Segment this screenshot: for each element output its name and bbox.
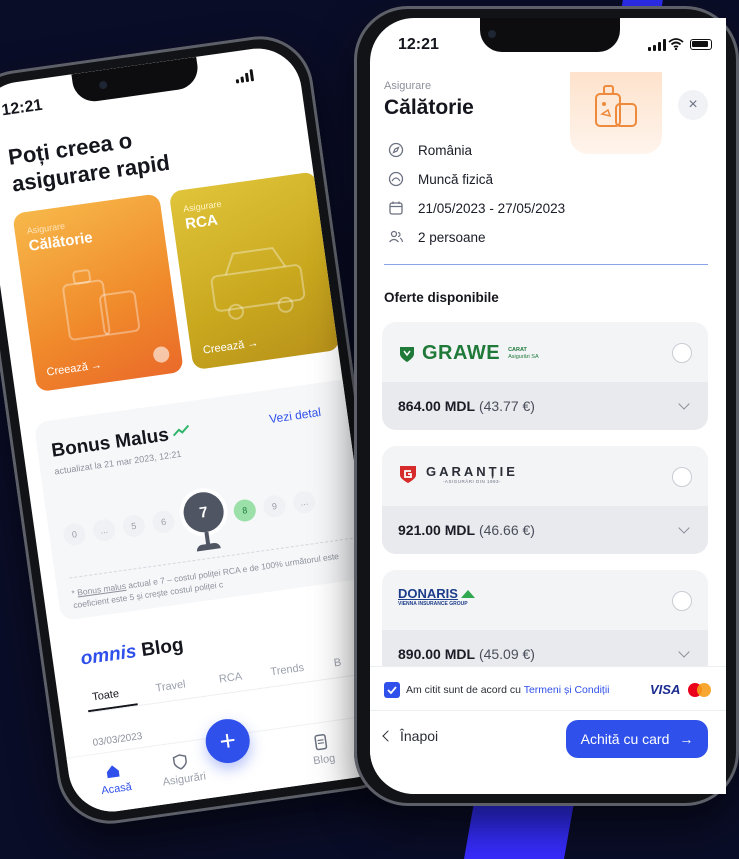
offer-grawe-radio[interactable] [672, 343, 692, 363]
footer-divider [370, 710, 726, 711]
shield-icon[interactable] [171, 753, 189, 771]
terms-text: Am citit sunt de acord cu Termeni și Con… [406, 684, 609, 696]
offer-grawe-price-row[interactable]: 864.00 MDL (43.77 €) [382, 382, 708, 430]
back-status-time: 12:21 [0, 96, 44, 120]
terms-prefix: Am citit sunt de acord cu [406, 684, 521, 696]
blog-title: Blog [140, 634, 185, 662]
grawe-logo: GRAWE CARAT Asigurări SA [398, 342, 539, 365]
offer-grawe-price-eur: (43.77 €) [478, 398, 535, 414]
compass-icon [388, 142, 404, 158]
stage: 12:21 Poți creea o asigurare rapid Asigu… [0, 0, 739, 859]
front-wifi-icon [668, 38, 684, 50]
back-button[interactable]: Înapoi [382, 728, 439, 744]
quick-card-rca[interactable]: Asigurare RCA Creează → [168, 171, 341, 371]
luggage-icon [62, 269, 141, 341]
offer-title: Călătorie [384, 96, 474, 119]
offer-garantie-radio[interactable] [672, 467, 692, 487]
donaris-leaf-icon [460, 589, 475, 598]
home-icon[interactable] [104, 762, 122, 780]
blog-tab-rca[interactable]: RCA [218, 671, 243, 686]
donaris-logo: DONARIS VIENNA INSURANCE GROUP [398, 586, 476, 607]
offer-garantie-price: 921.00 MDL [398, 522, 476, 538]
trend-up-icon [172, 424, 190, 437]
quick-card-rca-cta: Creează → [202, 337, 260, 357]
mastercard-logo [688, 682, 712, 698]
calendar-icon [389, 201, 403, 215]
front-signal-icon [648, 39, 666, 51]
quick-card-travel[interactable]: Asigurare Călătorie Creează → [12, 193, 184, 393]
grawe-sub-2: Asigurări SA [508, 353, 539, 360]
back-phone-screen: 12:21 Poți creea o asigurare rapid Asigu… [0, 42, 398, 818]
blog-tab-trends[interactable]: Trends [270, 662, 305, 679]
quick-card-travel-cta: Creează → [45, 359, 103, 379]
garantie-logo: GARANȚIE -ASIGURĂRI DIN 1993- [398, 464, 518, 484]
garantie-logo-text: GARANȚIE [426, 464, 518, 479]
offer-garantie-price-row[interactable]: 921.00 MDL (46.66 €) [382, 506, 708, 554]
detail-people-text: 2 persoane [418, 229, 486, 245]
close-button[interactable]: × [678, 90, 708, 120]
offer-donaris-price-eur: (45.09 €) [478, 646, 535, 662]
chevron-down-icon[interactable] [678, 522, 690, 534]
donaris-logo-text: DONARIS [398, 586, 458, 601]
donaris-sub: VIENNA INSURANCE GROUP [398, 601, 468, 607]
detail-work: Muncă fizică [388, 171, 493, 187]
pay-button-label: Achită cu card [580, 731, 670, 747]
front-status-time: 12:21 [398, 36, 439, 53]
offer-subtitle: Asigurare [384, 80, 432, 92]
blog-brand: omnis [79, 641, 138, 670]
grawe-crest-icon [400, 346, 414, 362]
quick-card-rca-title: RCA [184, 211, 219, 233]
chevron-left-icon [382, 730, 394, 742]
blog-tab-all[interactable]: Toate [91, 688, 119, 704]
car-icon [210, 246, 306, 320]
chevron-down-icon[interactable] [678, 646, 690, 658]
work-icon [388, 171, 404, 187]
front-battery-icon [690, 39, 712, 50]
luggage-illustration-icon [595, 85, 637, 127]
detail-dates-text: 21/05/2023 - 27/05/2023 [418, 200, 566, 216]
travel-card-dot-icon [152, 345, 171, 364]
pay-with-card-button[interactable]: Achită cu card → [566, 720, 708, 758]
blog-tab-more[interactable]: B [333, 657, 342, 670]
visa-logo: VISA [650, 682, 681, 697]
terms-link[interactable]: Termeni și Condiții [524, 684, 610, 696]
front-phone-screen: 12:21 Asigurare Călătorie × România Munc… [370, 18, 726, 794]
offer-garantie[interactable]: GARANȚIE -ASIGURĂRI DIN 1993- 921.00 MDL… [382, 446, 708, 554]
offer-garantie-price-eur: (46.66 €) [478, 522, 535, 538]
garantie-sub: -ASIGURĂRI DIN 1993- [442, 479, 501, 484]
details-divider [384, 264, 708, 265]
offer-donaris-radio[interactable] [672, 591, 692, 611]
grawe-sub-1: CARAT [508, 346, 527, 353]
grawe-logo-text: GRAWE [422, 342, 501, 364]
detail-country: România [388, 142, 472, 158]
blog-doc-icon[interactable] [312, 733, 330, 751]
back-button-label: Înapoi [400, 728, 439, 744]
offer-donaris[interactable]: DONARIS VIENNA INSURANCE GROUP 890.00 MD… [382, 570, 708, 678]
back-heading: Poți creea o asigurare rapid [6, 127, 172, 197]
offer-donaris-price: 890.00 MDL [398, 646, 476, 662]
detail-work-text: Muncă fizică [418, 171, 494, 187]
blog-heading: omnis Blog [79, 634, 185, 670]
detail-dates: 21/05/2023 - 27/05/2023 [388, 200, 565, 216]
back-signal-icon [235, 69, 255, 84]
detail-people: 2 persoane [388, 229, 486, 245]
close-icon: × [688, 96, 698, 113]
garantie-g-icon [400, 466, 416, 483]
arrow-right-icon: → [679, 731, 694, 747]
blog-tab-travel[interactable]: Travel [155, 678, 187, 694]
check-icon [387, 686, 397, 694]
terms-checkbox[interactable] [384, 682, 400, 698]
detail-country-text: România [418, 142, 473, 158]
blog-post-date: 03/03/2023 [91, 730, 144, 749]
chevron-down-icon[interactable] [678, 398, 690, 410]
people-icon [389, 230, 404, 243]
offer-grawe-price: 864.00 MDL [398, 398, 476, 414]
offer-grawe[interactable]: GRAWE CARAT Asigurări SA 864.00 MDL (43.… [382, 322, 708, 430]
offers-heading: Oferte disponibile [384, 290, 499, 305]
